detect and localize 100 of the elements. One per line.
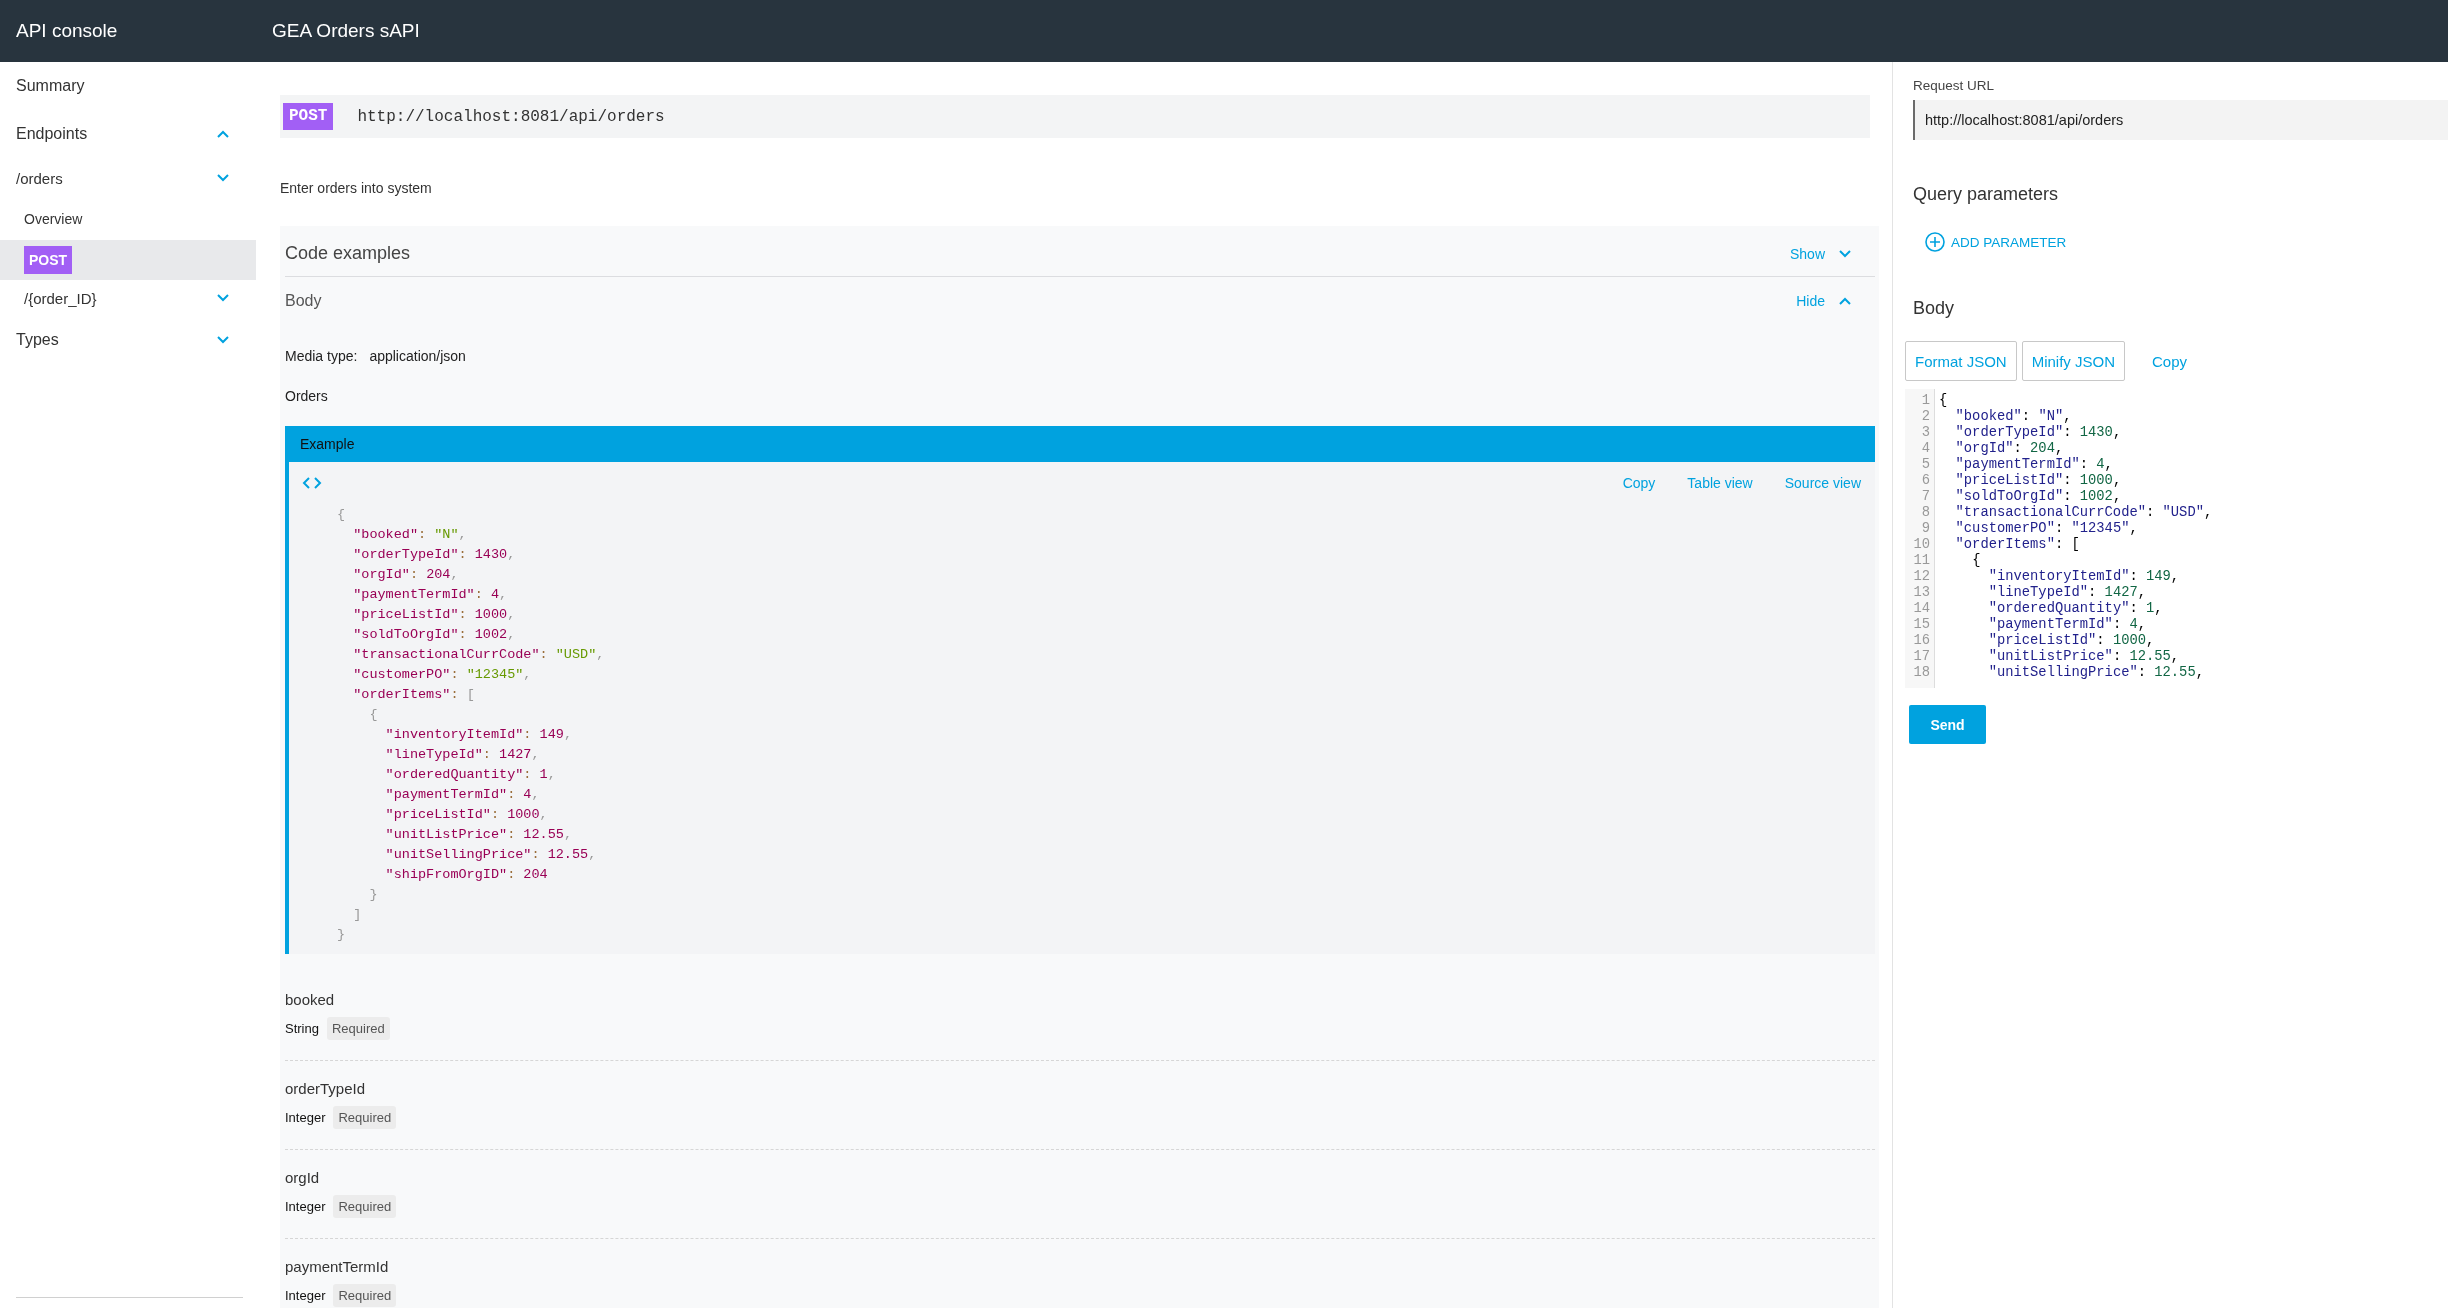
- code-line: "orderItems": [: [353, 687, 475, 702]
- line-number: 16: [1913, 633, 1930, 649]
- sidebar-item[interactable]: /orders: [0, 158, 256, 198]
- code-line: "unitListPrice": 12.55,: [1988, 649, 2180, 664]
- media-type-label: Media type:: [285, 347, 358, 366]
- code-line: "priceListId": 1000,: [353, 607, 516, 622]
- code-line: {: [1939, 393, 1948, 408]
- sidebar-item[interactable]: /{order_ID}: [0, 280, 256, 316]
- code-line: "orderedQuantity": 1,: [1988, 601, 2163, 616]
- code-line: "orgId": 204,: [353, 567, 459, 582]
- code-line: "priceListId": 1000,: [1955, 473, 2122, 488]
- line-number: 5: [1921, 457, 1930, 473]
- line-number: 6: [1921, 473, 1930, 489]
- editor-link-button[interactable]: Copy: [2143, 341, 2197, 381]
- code-icon[interactable]: [302, 477, 322, 489]
- property-name: booked: [285, 991, 335, 1008]
- section-toggle[interactable]: Hide: [1796, 293, 1851, 309]
- line-number: 2: [1921, 409, 1930, 425]
- example-action-link[interactable]: Copy: [1622, 473, 1656, 493]
- code-line: "lineTypeId": 1427,: [385, 747, 540, 762]
- code-line: "orderedQuantity": 1,: [385, 767, 556, 782]
- code-line: "orderItems": [: [1955, 537, 2080, 552]
- code-line: "priceListId": 1000,: [1988, 633, 2155, 648]
- code-line: "unitSellingPrice": 12.55,: [1988, 665, 2204, 680]
- code-line: "soldToOrgId": 1002,: [353, 627, 516, 642]
- section-title: Body: [285, 292, 322, 310]
- example-header: Example: [285, 426, 1875, 462]
- schema-name: Orders: [285, 388, 328, 404]
- line-number: 15: [1913, 617, 1930, 633]
- code-line: "shipFromOrgID": 204: [385, 867, 548, 882]
- code-line: }: [337, 927, 346, 942]
- example-action-link[interactable]: Table view: [1687, 473, 1753, 493]
- required-badge: Required: [333, 1194, 397, 1218]
- sidebar-item[interactable]: Endpoints: [0, 110, 256, 158]
- send-button[interactable]: Send: [1909, 705, 1986, 744]
- add-parameter-button[interactable]: ADD PARAMETER: [1913, 228, 2067, 256]
- required-badge: Required: [333, 1283, 397, 1307]
- line-number: 8: [1921, 505, 1930, 521]
- method-badge: POST: [283, 103, 334, 130]
- section-title: Body: [1913, 298, 1955, 318]
- code-line: "transactionalCurrCode": "USD",: [353, 647, 605, 662]
- line-number: 14: [1913, 601, 1930, 617]
- sidebar-item[interactable]: Summary: [0, 62, 256, 110]
- property-type: Integer: [285, 1109, 326, 1125]
- section-toggle[interactable]: Show: [1789, 245, 1851, 262]
- line-number: 3: [1921, 425, 1930, 441]
- code-line: "paymentTermId": 4,: [1955, 457, 2113, 472]
- code-line: {: [337, 507, 346, 522]
- code-line: "transactionalCurrCode": "USD",: [1955, 505, 2213, 520]
- code-line: "paymentTermId": 4,: [353, 587, 508, 602]
- field-label: Request URL: [1913, 78, 1995, 93]
- property-type: Integer: [285, 1287, 326, 1303]
- code-line: }: [369, 887, 378, 902]
- line-number: 17: [1913, 649, 1930, 665]
- example-action-link[interactable]: Source view: [1784, 473, 1861, 493]
- property-name: orderTypeId: [285, 1080, 366, 1097]
- line-number: 9: [1921, 521, 1930, 537]
- property-type: Integer: [285, 1198, 326, 1214]
- code-line: "booked": "N",: [353, 527, 467, 542]
- code-line: "inventoryItemId": 149,: [1988, 569, 2180, 584]
- line-number: 4: [1921, 441, 1930, 457]
- code-line: "paymentTermId": 4,: [385, 787, 540, 802]
- property-type: String: [285, 1020, 319, 1036]
- editor-tool-button[interactable]: Minify JSON: [2021, 341, 2126, 381]
- property-name: paymentTermId: [285, 1258, 389, 1275]
- property-name: orgId: [285, 1169, 320, 1186]
- section-title: Query parameters: [1913, 184, 2059, 204]
- code-line: "inventoryItemId": 149,: [385, 727, 572, 742]
- request-url-field[interactable]: http://localhost:8081/api/orders: [1913, 100, 2448, 140]
- required-badge: Required: [326, 1016, 390, 1040]
- code-line: {: [1972, 553, 1981, 568]
- endpoint-description: Enter orders into system: [280, 179, 432, 198]
- code-line: {: [369, 707, 378, 722]
- sidebar-item[interactable]: POST: [0, 240, 256, 280]
- section-title: Code examples: [285, 243, 411, 264]
- code-line: "customerPO": "12345",: [353, 667, 532, 682]
- code-line: "customerPO": "12345",: [1955, 521, 2138, 536]
- sidebar-item[interactable]: Types: [0, 316, 256, 364]
- line-number: 18: [1913, 665, 1930, 681]
- code-line: "orderTypeId": 1430,: [353, 547, 516, 562]
- line-number: 1: [1921, 393, 1930, 409]
- line-number: 10: [1913, 537, 1930, 553]
- code-line: "paymentTermId": 4,: [1988, 617, 2146, 632]
- plus-circle-icon: [1925, 232, 1945, 252]
- code-line: ]: [353, 907, 362, 922]
- endpoint-url: http://localhost:8081/api/orders: [357, 107, 665, 126]
- api-title: GEA Orders sAPI: [272, 20, 420, 41]
- code-line: "priceListId": 1000,: [385, 807, 548, 822]
- code-line: "lineTypeId": 1427,: [1988, 585, 2146, 600]
- method-badge: POST: [24, 246, 73, 274]
- sidebar-item[interactable]: Overview: [0, 198, 256, 240]
- code-line: "orgId": 204,: [1955, 441, 2064, 456]
- code-line: "orderTypeId": 1430,: [1955, 425, 2122, 440]
- line-number: 7: [1921, 489, 1930, 505]
- media-type-value: application/json: [369, 347, 466, 366]
- code-line: "unitSellingPrice": 12.55,: [385, 847, 597, 862]
- required-badge: Required: [333, 1105, 397, 1129]
- editor-tool-button[interactable]: Format JSON: [1905, 341, 2017, 381]
- line-number: 13: [1913, 585, 1930, 601]
- line-number: 11: [1913, 553, 1930, 569]
